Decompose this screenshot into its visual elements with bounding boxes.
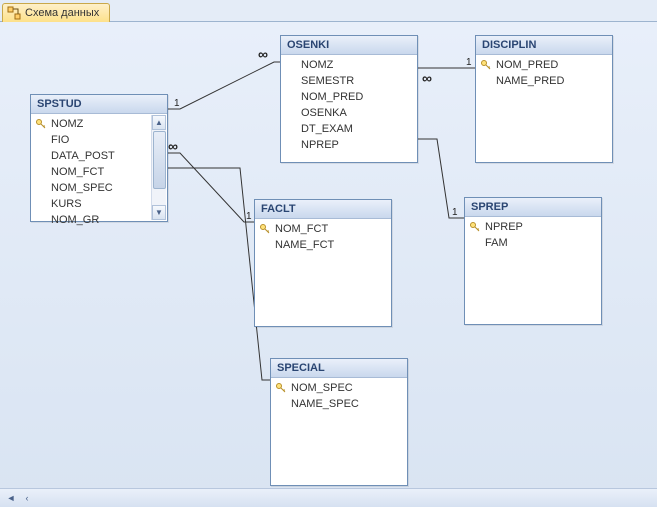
field-label: NAME_PRED	[496, 74, 564, 88]
field-label: NAME_FCT	[275, 238, 334, 252]
field-list: NOMZ FIO DATA_POST NOM_FCT NOM_SPEC KURS…	[31, 114, 167, 230]
table-disciplin[interactable]: DISCIPLIN NOM_PRED NAME_PRED	[475, 35, 613, 163]
field-label: NOM_FCT	[275, 222, 328, 236]
field-label: NOM_PRED	[496, 58, 558, 72]
key-icon	[469, 221, 481, 233]
svg-text:∞: ∞	[422, 70, 432, 86]
table-row[interactable]: NOM_FCT	[33, 164, 150, 180]
field-label: FAM	[485, 236, 508, 250]
table-row[interactable]: FAM	[467, 235, 599, 251]
nav-prev-icon[interactable]: ‹	[20, 491, 34, 505]
table-row[interactable]: DT_EXAM	[283, 121, 415, 137]
key-icon	[275, 382, 287, 394]
field-label: NOM_FCT	[51, 165, 104, 179]
field-label: FIO	[51, 133, 69, 147]
key-icon	[480, 59, 492, 71]
svg-text:∞: ∞	[258, 46, 268, 62]
svg-text:1: 1	[246, 211, 252, 222]
field-label: NPREP	[485, 220, 523, 234]
tab-schema[interactable]: Схема данных	[2, 3, 110, 22]
tab-title: Схема данных	[25, 7, 99, 19]
table-row[interactable]: OSENKA	[283, 105, 415, 121]
table-title: OSENKI	[281, 36, 417, 55]
table-row[interactable]: DATA_POST	[33, 148, 150, 164]
nav-first-icon[interactable]: ◄	[4, 491, 18, 505]
field-label: NOM_SPEC	[291, 381, 353, 395]
field-label: NAME_SPEC	[291, 397, 359, 411]
table-row[interactable]: NAME_SPEC	[273, 396, 405, 412]
table-title: SPSTUD	[31, 95, 167, 114]
table-row[interactable]: NOM_GR	[33, 212, 150, 228]
svg-text:∞: ∞	[168, 138, 178, 154]
field-label: SEMESTR	[301, 74, 354, 88]
table-row[interactable]: SEMESTR	[283, 73, 415, 89]
table-sprep[interactable]: SPREP NPREP FAM	[464, 197, 602, 325]
field-label: DATA_POST	[51, 149, 115, 163]
field-nomz[interactable]: NOMZ	[33, 116, 150, 132]
table-special[interactable]: SPECIAL NOM_SPEC NAME_SPEC	[270, 358, 408, 486]
table-row[interactable]: NAME_PRED	[478, 73, 610, 89]
table-row[interactable]: NOMZ	[283, 57, 415, 73]
table-row[interactable]: NOM_PRED	[283, 89, 415, 105]
field-label: NOMZ	[301, 58, 333, 72]
field-label: NOM_SPEC	[51, 181, 113, 195]
svg-text:1: 1	[174, 98, 180, 109]
field-label: OSENKA	[301, 106, 347, 120]
table-osenki[interactable]: OSENKI NOMZ SEMESTR NOM_PRED OSENKA DT_E…	[280, 35, 418, 163]
table-row[interactable]: KURS	[33, 196, 150, 212]
table-title: DISCIPLIN	[476, 36, 612, 55]
key-icon	[259, 223, 271, 235]
table-row[interactable]: NPREP	[283, 137, 415, 153]
scrollbar[interactable]: ▲ ▼	[151, 115, 166, 220]
table-spstud[interactable]: SPSTUD NOMZ FIO DATA_POST NOM_FCT NOM_SP…	[30, 94, 168, 222]
table-title: FACLT	[255, 200, 391, 219]
field-label: DT_EXAM	[301, 122, 353, 136]
field-nomfct[interactable]: NOM_FCT	[257, 221, 389, 237]
table-title: SPREP	[465, 198, 601, 217]
field-list: NOM_FCT NAME_FCT	[255, 219, 391, 255]
field-nomspec[interactable]: NOM_SPEC	[273, 380, 405, 396]
field-label: NPREP	[301, 138, 339, 152]
table-row[interactable]: NOM_SPEC	[33, 180, 150, 196]
field-label: NOM_GR	[51, 213, 99, 227]
field-list: NOM_PRED NAME_PRED	[476, 55, 612, 91]
field-nprep[interactable]: NPREP	[467, 219, 599, 235]
field-list: NOM_SPEC NAME_SPEC	[271, 378, 407, 414]
field-list: NOMZ SEMESTR NOM_PRED OSENKA DT_EXAM NPR…	[281, 55, 417, 155]
schema-canvas[interactable]: 1 ∞ 1 ∞ 1 ∞ 1 SPSTUD NOMZ FIO DATA_POST …	[0, 22, 657, 507]
scroll-down-button[interactable]: ▼	[152, 205, 166, 220]
field-list: NPREP FAM	[465, 217, 601, 253]
field-label: NOMZ	[51, 117, 83, 131]
status-bar: ◄ ‹	[0, 488, 657, 507]
field-label: KURS	[51, 197, 82, 211]
table-row[interactable]: NAME_FCT	[257, 237, 389, 253]
field-nompred[interactable]: NOM_PRED	[478, 57, 610, 73]
table-faclt[interactable]: FACLT NOM_FCT NAME_FCT	[254, 199, 392, 327]
key-icon	[35, 118, 47, 130]
tab-bar: Схема данных	[0, 0, 657, 22]
table-row[interactable]: FIO	[33, 132, 150, 148]
svg-text:1: 1	[466, 57, 472, 68]
field-label: NOM_PRED	[301, 90, 363, 104]
scroll-thumb[interactable]	[153, 131, 166, 189]
table-title: SPECIAL	[271, 359, 407, 378]
relationships-icon	[7, 6, 21, 20]
scroll-up-button[interactable]: ▲	[152, 115, 166, 130]
svg-text:1: 1	[452, 207, 458, 218]
